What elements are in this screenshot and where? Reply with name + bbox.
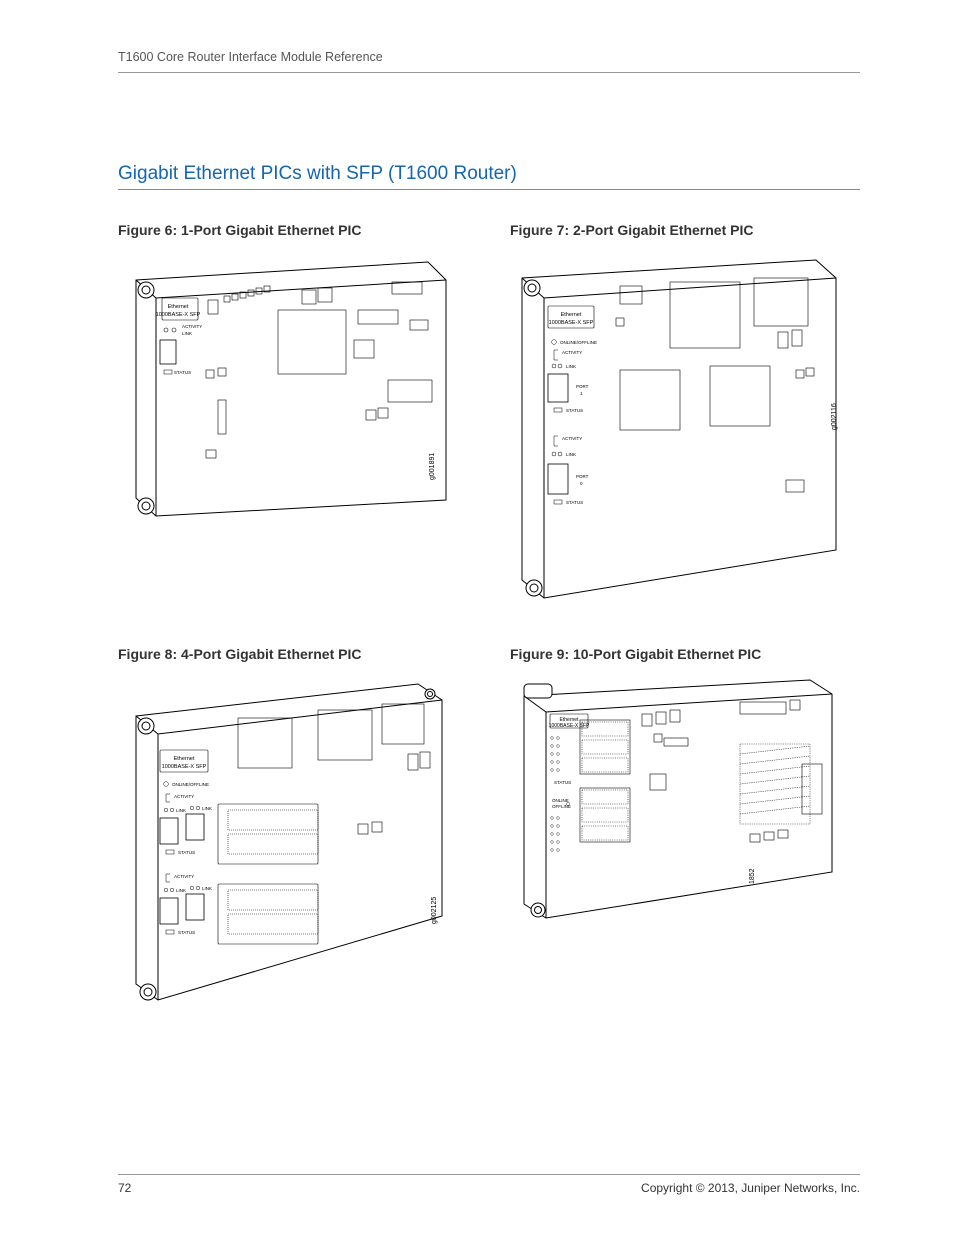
svg-text:LINK: LINK bbox=[202, 806, 212, 811]
svg-text:ONLINE/OFFLINE: ONLINE/OFFLINE bbox=[560, 340, 597, 345]
svg-text:ACTIVITY: ACTIVITY bbox=[182, 324, 202, 329]
figure-8-caption: Figure 8: 4-Port Gigabit Ethernet PIC bbox=[118, 646, 468, 662]
section-title: Gigabit Ethernet PICs with SFP (T1600 Ro… bbox=[118, 163, 860, 190]
svg-text:1852: 1852 bbox=[749, 868, 756, 884]
figure-9-image: Ethernet 1000BASE-X SFP STATUS ONLINE OF… bbox=[510, 674, 860, 934]
svg-text:g001891: g001891 bbox=[429, 453, 436, 480]
figure-row-1: Figure 6: 1-Port Gigabit Ethernet PIC bbox=[118, 222, 860, 620]
figure-6-caption: Figure 6: 1-Port Gigabit Ethernet PIC bbox=[118, 222, 468, 238]
page-footer: 72 Copyright © 2013, Juniper Networks, I… bbox=[118, 1174, 860, 1195]
svg-text:ACTIVITY: ACTIVITY bbox=[174, 874, 194, 879]
svg-text:ONLINE: ONLINE bbox=[552, 798, 569, 803]
svg-text:STATUS: STATUS bbox=[178, 850, 195, 855]
svg-text:ACTIVITY: ACTIVITY bbox=[562, 436, 582, 441]
svg-text:PORT: PORT bbox=[576, 384, 589, 389]
figure-6-image: Ethernet 1000BASE-X SFP ACTIVITY LINK ST… bbox=[118, 250, 468, 540]
page-header: T1600 Core Router Interface Module Refer… bbox=[118, 48, 860, 73]
svg-text:Ethernet: Ethernet bbox=[168, 304, 189, 310]
svg-text:STATUS: STATUS bbox=[174, 370, 191, 375]
svg-text:STATUS: STATUS bbox=[566, 500, 583, 505]
svg-text:LINK: LINK bbox=[566, 364, 576, 369]
svg-text:Ethernet: Ethernet bbox=[561, 312, 582, 318]
copyright: Copyright © 2013, Juniper Networks, Inc. bbox=[641, 1181, 860, 1195]
svg-text:ACTIVITY: ACTIVITY bbox=[562, 350, 582, 355]
svg-text:LINK: LINK bbox=[176, 808, 186, 813]
svg-text:STATUS: STATUS bbox=[178, 930, 195, 935]
svg-text:1000BASE-X SFP: 1000BASE-X SFP bbox=[156, 312, 201, 318]
svg-text:STATUS: STATUS bbox=[554, 780, 571, 785]
svg-text:LINK: LINK bbox=[176, 888, 186, 893]
svg-text:LINK: LINK bbox=[202, 886, 212, 891]
doc-title: T1600 Core Router Interface Module Refer… bbox=[118, 50, 383, 64]
svg-text:PORT: PORT bbox=[576, 474, 589, 479]
svg-text:g002125: g002125 bbox=[431, 897, 438, 924]
svg-text:g002116: g002116 bbox=[831, 403, 838, 430]
svg-text:1: 1 bbox=[580, 391, 583, 396]
svg-text:ONLINE/OFFLINE: ONLINE/OFFLINE bbox=[172, 782, 209, 787]
page-number: 72 bbox=[118, 1181, 131, 1195]
svg-text:LINK: LINK bbox=[182, 331, 192, 336]
svg-text:1000BASE-X SFP: 1000BASE-X SFP bbox=[162, 764, 207, 770]
figure-8-image: Ethernet 1000BASE-X SFP ONLINE/OFFLINE A… bbox=[118, 674, 468, 1034]
svg-text:OFFLINE: OFFLINE bbox=[552, 804, 571, 809]
svg-text:1000BASE-X SFP: 1000BASE-X SFP bbox=[549, 320, 594, 326]
figure-7-image: Ethernet 1000BASE-X SFP ONLINE/OFFLINE A… bbox=[510, 250, 860, 620]
svg-text:ACTIVITY: ACTIVITY bbox=[174, 794, 194, 799]
figure-row-2: Figure 8: 4-Port Gigabit Ethernet PIC Et… bbox=[118, 646, 860, 1034]
svg-text:LINK: LINK bbox=[566, 452, 576, 457]
figure-9-caption: Figure 9: 10-Port Gigabit Ethernet PIC bbox=[510, 646, 860, 662]
svg-text:Ethernet: Ethernet bbox=[174, 756, 195, 762]
figure-7-caption: Figure 7: 2-Port Gigabit Ethernet PIC bbox=[510, 222, 860, 238]
svg-text:STATUS: STATUS bbox=[566, 408, 583, 413]
svg-text:0: 0 bbox=[580, 481, 583, 486]
svg-text:1000BASE-X SFP: 1000BASE-X SFP bbox=[549, 723, 590, 729]
